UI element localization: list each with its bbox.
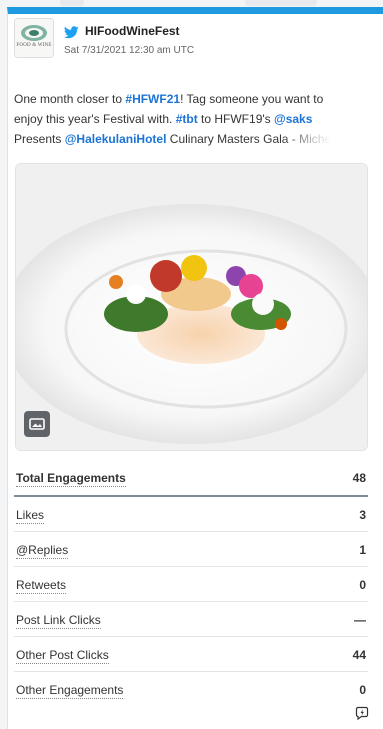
metric-row-likes: Likes 3 [14, 497, 368, 532]
metric-label[interactable]: Total Engagements [16, 471, 126, 487]
post-text-segment: One month closer to [14, 92, 126, 106]
metric-label[interactable]: Other Post Clicks [16, 648, 109, 664]
metric-row-other-engagements: Other Engagements 0 [14, 672, 368, 707]
post-timestamp: Sat 7/31/2021 12:30 am UTC [64, 45, 195, 56]
metric-label[interactable]: Post Link Clicks [16, 613, 101, 629]
post-text-line: One month closer to #HFWF21! Tag someone… [14, 89, 356, 109]
hashtag-link[interactable]: #tbt [176, 112, 198, 126]
logo-text: FOOD & WINE [16, 43, 52, 48]
metric-row-retweets: Retweets 0 [14, 567, 368, 602]
post-text-segment: to HFWF19's [197, 112, 274, 126]
metric-value: — [354, 613, 366, 627]
metric-row-post-link-clicks: Post Link Clicks — [14, 602, 368, 637]
post-text-line: enjoy this year's Festival with. #tbt to… [14, 109, 356, 129]
post-text-segment: Culinary Masters Gala - Miche [166, 132, 332, 146]
post-text-segment: Presents [14, 132, 65, 146]
metric-label[interactable]: Likes [16, 508, 45, 524]
metric-value: 0 [359, 683, 366, 697]
hashtag-link[interactable]: #HFWF21 [125, 92, 180, 106]
metric-value: 1 [359, 543, 366, 557]
metric-value: 48 [352, 471, 366, 485]
tab-handle-left[interactable] [60, 0, 84, 6]
twitter-icon [64, 26, 79, 39]
avatar[interactable]: FOOD & WINE [14, 18, 54, 58]
boost-icon[interactable] [355, 706, 369, 720]
metric-value: 3 [359, 508, 366, 522]
mention-link[interactable]: @HalekulaniHotel [65, 132, 167, 146]
metric-label[interactable]: Other Engagements [16, 683, 124, 699]
post-header: FOOD & WINE HIFoodWineFest Sat 7/31/2021… [14, 18, 354, 58]
metric-row-total-engagements: Total Engagements 48 [14, 460, 368, 497]
account-handle[interactable]: HIFoodWineFest [85, 24, 180, 38]
image-icon[interactable] [24, 411, 50, 437]
metric-value: 0 [359, 578, 366, 592]
post-text: One month closer to #HFWF21! Tag someone… [14, 89, 356, 149]
post-text-segment: enjoy this year's Festival with. [14, 112, 176, 126]
festival-logo-icon [15, 19, 53, 57]
metric-label[interactable]: Retweets [16, 578, 67, 594]
metric-row-other-post-clicks: Other Post Clicks 44 [14, 637, 368, 672]
post-image[interactable] [15, 163, 368, 451]
metric-value: 44 [352, 648, 366, 662]
post-text-line: Presents @HalekulaniHotel Culinary Maste… [14, 129, 356, 149]
tab-handle-right[interactable] [245, 0, 317, 6]
post-text-segment: ! Tag someone you want to [180, 92, 324, 106]
metric-row-replies: @Replies 1 [14, 532, 368, 567]
engagement-metrics: Total Engagements 48 Likes 3 @Replies 1 … [14, 460, 368, 707]
dish-photo [16, 164, 367, 450]
mention-link[interactable]: @saks [274, 112, 312, 126]
metric-label[interactable]: @Replies [16, 543, 69, 559]
